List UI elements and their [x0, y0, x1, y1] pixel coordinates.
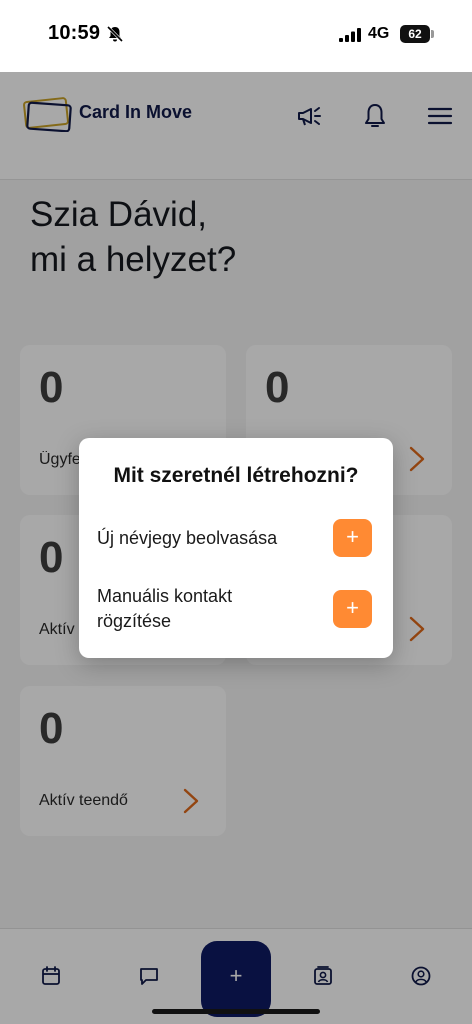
- scan-card-label[interactable]: Új névjegy beolvasása: [97, 526, 277, 551]
- battery-level: 62: [408, 27, 422, 41]
- plus-icon: +: [346, 524, 359, 549]
- manual-contact-add-button[interactable]: +: [333, 590, 372, 628]
- battery-nub: [431, 30, 434, 38]
- home-indicator: [152, 1009, 320, 1014]
- cellular-signal-icon: [339, 28, 361, 42]
- manual-contact-label[interactable]: Manuális kontakt rögzítése: [97, 584, 232, 634]
- plus-icon: +: [346, 595, 359, 620]
- create-dialog: Mit szeretnél létrehozni? Új névjegy beo…: [79, 438, 393, 658]
- status-time: 10:59: [48, 22, 101, 44]
- scan-card-add-button[interactable]: +: [333, 519, 372, 557]
- battery-icon: 62: [400, 25, 430, 43]
- network-type: 4G: [368, 25, 390, 42]
- status-bar: 10:59 4G 62: [0, 0, 472, 72]
- manual-contact-label-line-2: rögzítése: [97, 611, 172, 631]
- silent-mode-icon: [106, 25, 124, 43]
- manual-contact-label-line-1: Manuális kontakt: [97, 586, 233, 606]
- app-screen: 10:59 4G 62 Card In Move Szia Dávid, mi …: [0, 0, 472, 1024]
- dialog-title: Mit szeretnél létrehozni?: [113, 464, 359, 487]
